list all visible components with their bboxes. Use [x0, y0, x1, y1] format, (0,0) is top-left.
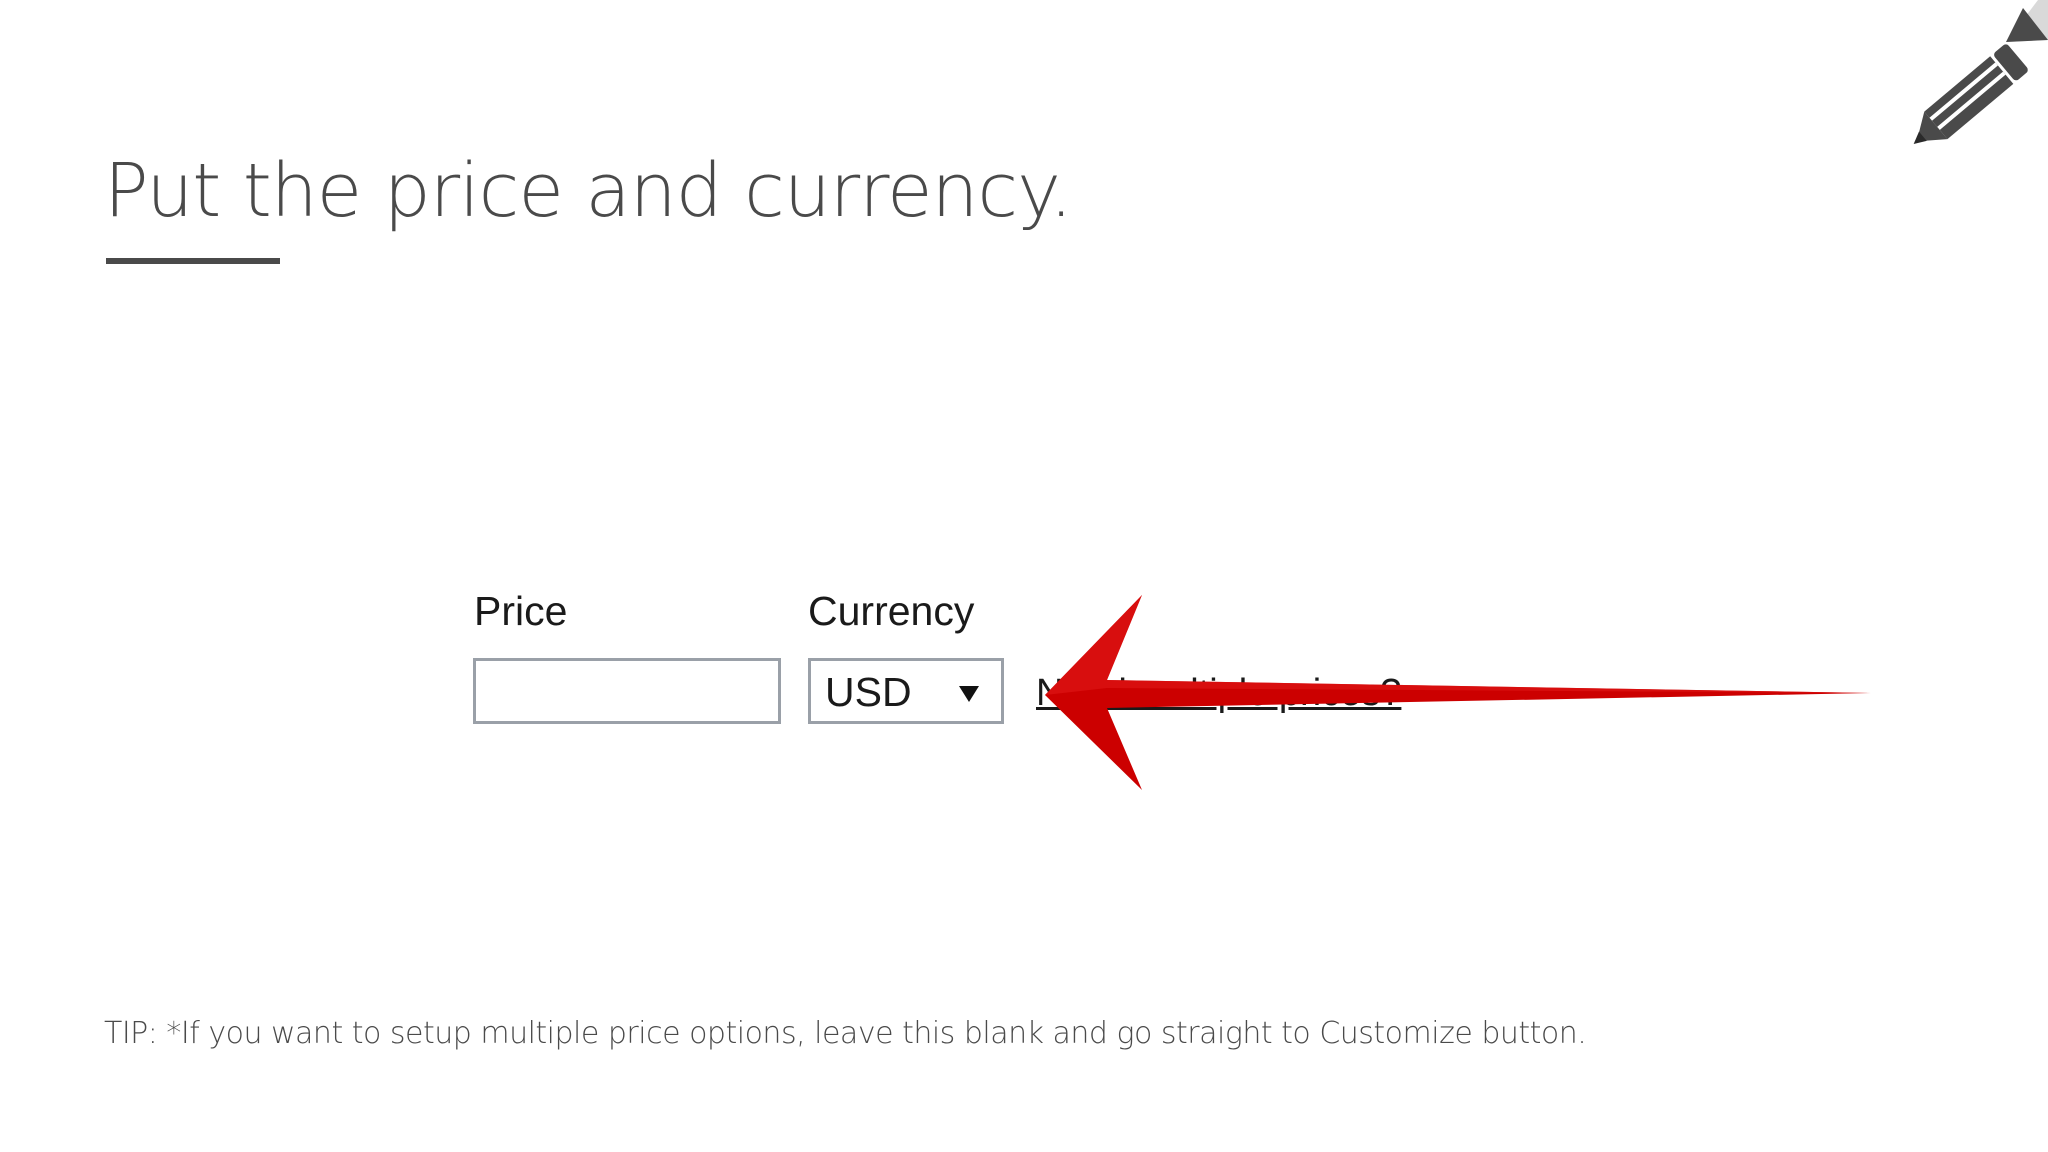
currency-label: Currency: [808, 588, 975, 634]
price-input[interactable]: [473, 658, 781, 724]
page-title: Put the price and currency.: [104, 148, 1073, 234]
currency-selected-value: USD: [825, 669, 912, 715]
slide: Put the price and currency. Price Curren…: [0, 0, 2048, 1152]
tip-text: TIP: *If you want to setup multiple pric…: [104, 1016, 1587, 1051]
title-underline: [106, 258, 280, 264]
currency-select[interactable]: USD: [808, 658, 1004, 724]
price-label: Price: [474, 588, 568, 634]
pencil-icon: [1913, 0, 2048, 144]
chevron-down-icon: [959, 686, 979, 702]
arrow-left-icon: [1045, 595, 1871, 790]
